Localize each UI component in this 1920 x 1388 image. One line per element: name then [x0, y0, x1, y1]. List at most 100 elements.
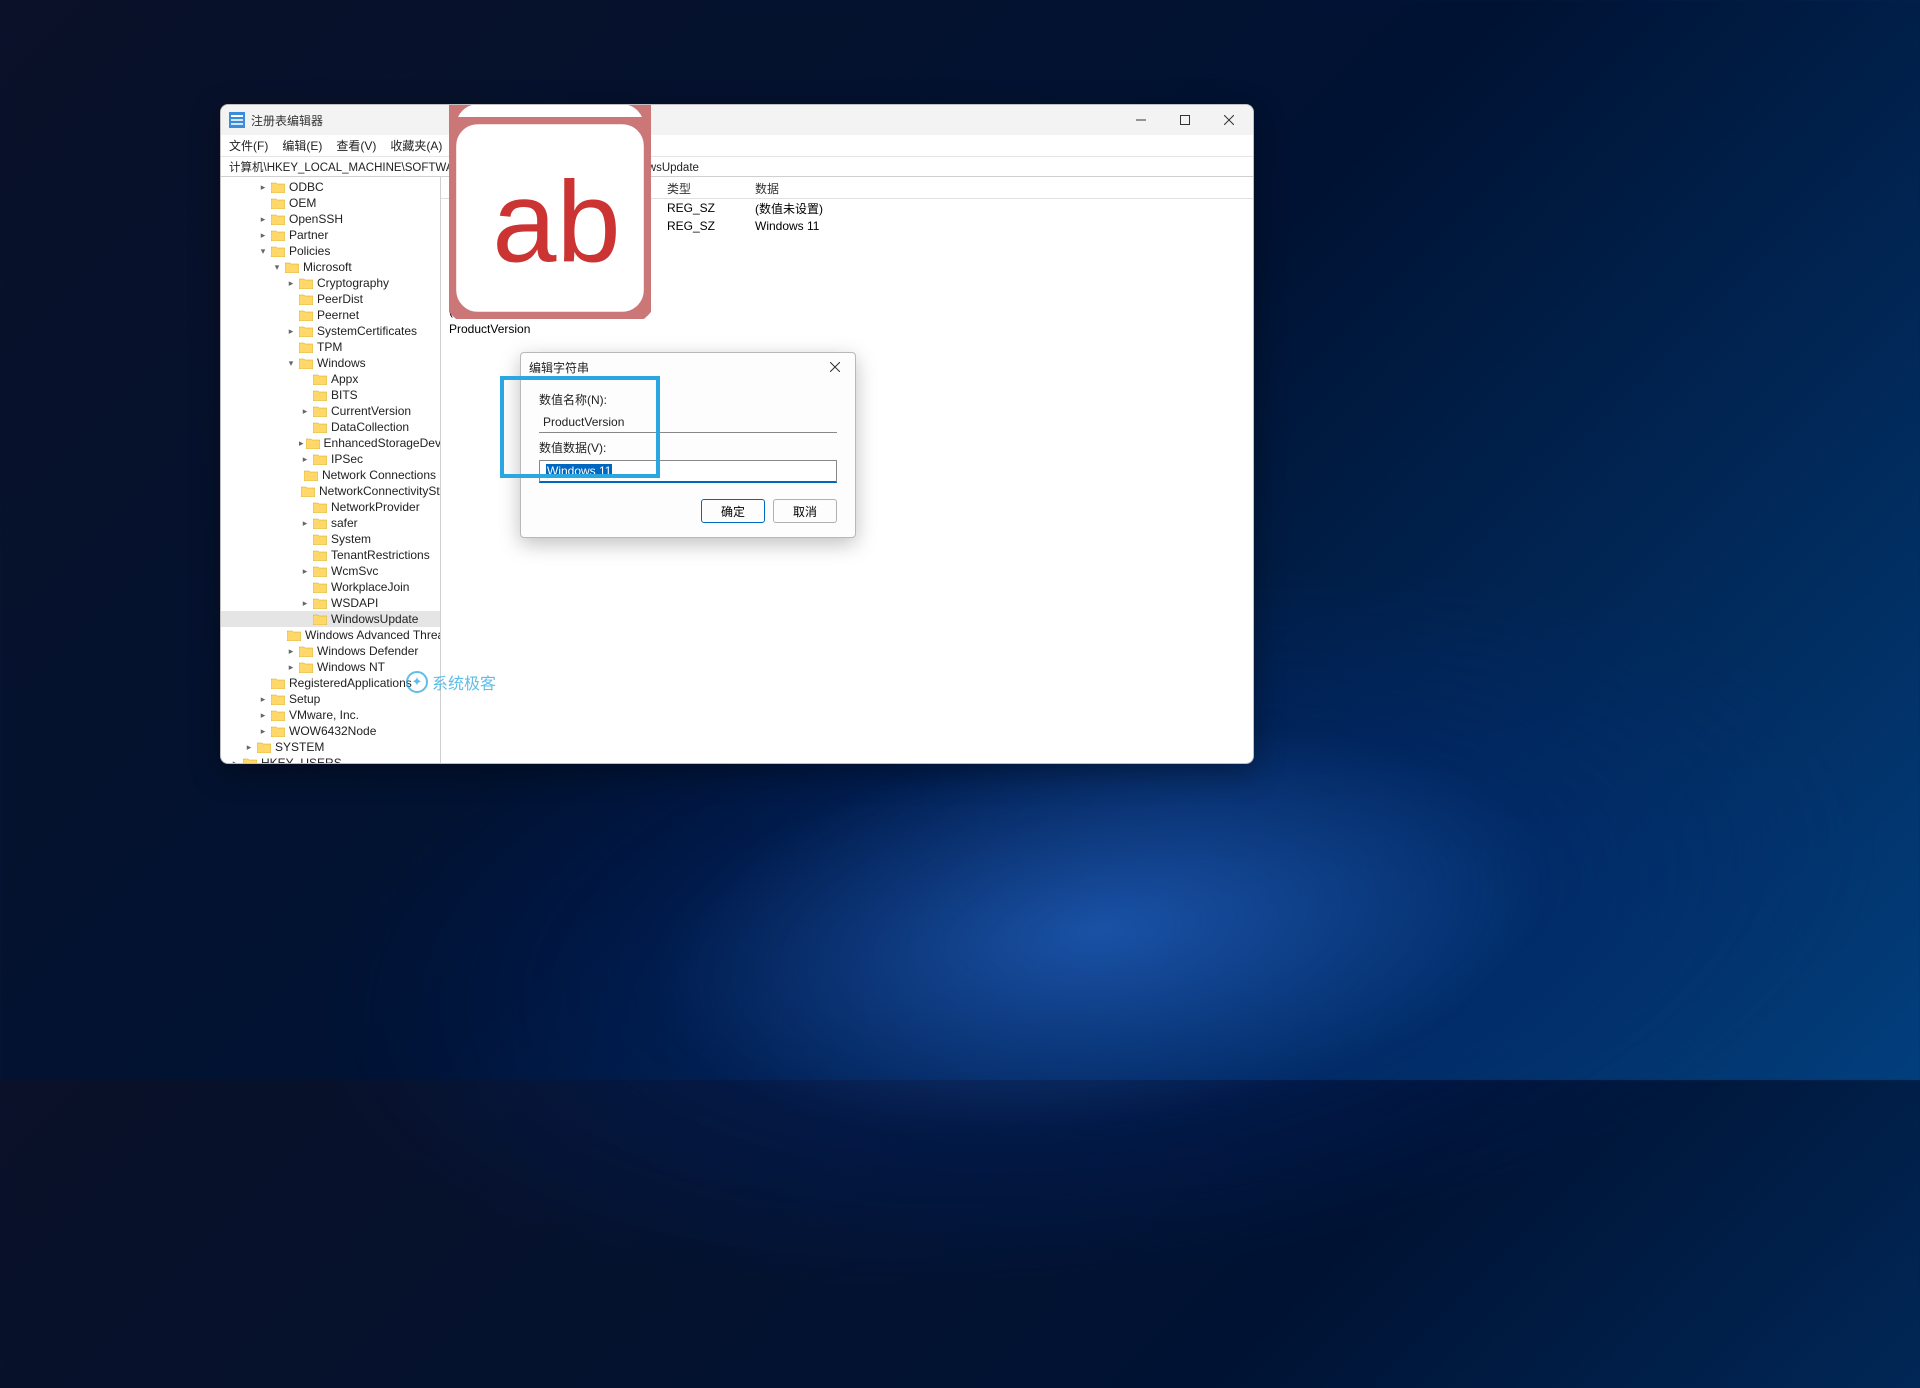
menu-edit[interactable]: 编辑(E): [282, 137, 322, 154]
folder-icon: [299, 277, 313, 289]
expand-chevron-icon[interactable]: ▸: [257, 694, 269, 705]
expand-chevron-icon[interactable]: ▾: [285, 358, 297, 369]
minimize-button[interactable]: [1119, 105, 1163, 135]
expand-chevron-icon[interactable]: ▸: [257, 214, 269, 225]
tree-node[interactable]: ▸ Cryptography: [221, 275, 440, 291]
folder-icon: [299, 293, 313, 305]
expand-chevron-icon[interactable]: ▸: [257, 230, 269, 241]
expand-chevron-icon[interactable]: ▸: [257, 726, 269, 737]
expand-chevron-icon[interactable]: ▸: [285, 646, 297, 657]
expand-chevron-icon[interactable]: ▸: [285, 662, 297, 673]
folder-icon: [313, 597, 327, 609]
value-data-field[interactable]: Windows 11: [539, 460, 837, 483]
tree-node[interactable]: ▸ OpenSSH: [221, 211, 440, 227]
menu-view[interactable]: 查看(V): [336, 137, 376, 154]
tree-node[interactable]: Network Connections: [221, 467, 440, 483]
tree-node[interactable]: ▸ EnhancedStorageDevices: [221, 435, 440, 451]
tree-node[interactable]: PeerDist: [221, 291, 440, 307]
tree-node[interactable]: NetworkProvider: [221, 499, 440, 515]
tree-node-label: EnhancedStorageDevices: [324, 436, 441, 450]
expand-chevron-icon[interactable]: ▸: [257, 710, 269, 721]
tree-node[interactable]: ▸WSDAPI: [221, 595, 440, 611]
tree-node[interactable]: WorkplaceJoin: [221, 579, 440, 595]
folder-icon: [299, 357, 313, 369]
folder-icon: [313, 533, 327, 545]
tree-node-label: Cryptography: [317, 276, 389, 290]
folder-icon: [299, 341, 313, 353]
folder-icon: [313, 613, 327, 625]
dialog-close-button[interactable]: [823, 355, 847, 379]
menu-file[interactable]: 文件(F): [229, 137, 268, 154]
tree-node[interactable]: TPM: [221, 339, 440, 355]
tree-node-label: OpenSSH: [289, 212, 343, 226]
tree-node-label: Partner: [289, 228, 328, 242]
value-row[interactable]: abProductVersionREG_SZWindows 11: [441, 217, 1253, 235]
tree-node-label: ODBC: [289, 180, 324, 194]
expand-chevron-icon[interactable]: ▸: [229, 758, 241, 764]
tree-node[interactable]: OEM: [221, 195, 440, 211]
tree-node[interactable]: ▸HKEY_USERS: [221, 755, 440, 763]
regedit-icon: [229, 112, 245, 128]
folder-icon: [313, 389, 327, 401]
tree-node[interactable]: NetworkConnectivityStatusIndicator: [221, 483, 440, 499]
expand-chevron-icon[interactable]: ▸: [299, 598, 311, 609]
folder-icon: [313, 565, 327, 577]
tree-node[interactable]: ▸Windows Defender: [221, 643, 440, 659]
tree-node[interactable]: ▾Microsoft: [221, 259, 440, 275]
tree-node[interactable]: ▸VMware, Inc.: [221, 707, 440, 723]
expand-chevron-icon[interactable]: ▸: [243, 742, 255, 753]
folder-icon: [313, 549, 327, 561]
tree-node[interactable]: ▸CurrentVersion: [221, 403, 440, 419]
tree-node-label: OEM: [289, 196, 316, 210]
tree-node-label: WorkplaceJoin: [331, 580, 409, 594]
tree-node[interactable]: BITS: [221, 387, 440, 403]
expand-chevron-icon[interactable]: ▸: [299, 566, 311, 577]
tree-node[interactable]: ▸ Partner: [221, 227, 440, 243]
expand-chevron-icon[interactable]: ▸: [299, 406, 311, 417]
expand-chevron-icon[interactable]: ▾: [257, 246, 269, 257]
tree-node[interactable]: ▾Windows: [221, 355, 440, 371]
expand-chevron-icon[interactable]: ▸: [299, 438, 304, 449]
tree-node[interactable]: Appx: [221, 371, 440, 387]
tree-node-label: Network Connections: [322, 468, 436, 482]
tree-node[interactable]: TenantRestrictions: [221, 547, 440, 563]
tree-node[interactable]: ▸ ODBC: [221, 179, 440, 195]
cancel-button[interactable]: 取消: [773, 499, 837, 523]
tree-node[interactable]: ▸WcmSvc: [221, 563, 440, 579]
folder-icon: [304, 469, 318, 481]
titlebar[interactable]: 注册表编辑器: [221, 105, 1253, 135]
folder-icon: [313, 501, 327, 513]
expand-chevron-icon[interactable]: ▾: [271, 262, 283, 273]
col-data[interactable]: 数据: [747, 177, 1253, 198]
expand-chevron-icon[interactable]: ▸: [299, 518, 311, 529]
tree-node[interactable]: ▸SystemCertificates: [221, 323, 440, 339]
tree-node-label: BITS: [331, 388, 358, 402]
expand-chevron-icon[interactable]: ▸: [257, 182, 269, 193]
ok-button[interactable]: 确定: [701, 499, 765, 523]
expand-chevron-icon[interactable]: ▸: [285, 326, 297, 337]
tree-node[interactable]: WindowsUpdate: [221, 611, 440, 627]
watermark-text: 系统极客: [432, 670, 496, 694]
tree-node-label: DataCollection: [331, 420, 409, 434]
folder-icon: [299, 661, 313, 673]
close-button[interactable]: [1207, 105, 1251, 135]
expand-chevron-icon[interactable]: ▸: [299, 454, 311, 465]
tree-node[interactable]: ▸WOW6432Node: [221, 723, 440, 739]
expand-chevron-icon[interactable]: ▸: [285, 278, 297, 289]
tree-node[interactable]: ▸safer: [221, 515, 440, 531]
tree-node[interactable]: DataCollection: [221, 419, 440, 435]
tree-node[interactable]: System: [221, 531, 440, 547]
menu-favorites[interactable]: 收藏夹(A): [390, 137, 442, 154]
tree-node[interactable]: Windows Advanced Threat Protection: [221, 627, 440, 643]
maximize-button[interactable]: [1163, 105, 1207, 135]
tree-node-label: System: [331, 532, 371, 546]
tree-node-label: WindowsUpdate: [331, 612, 418, 626]
window-title: 注册表编辑器: [251, 112, 323, 129]
tree-node[interactable]: Peernet: [221, 307, 440, 323]
address-bar[interactable]: 计算机\HKEY_LOCAL_MACHINE\SOFTWARE\Policies…: [221, 157, 1253, 177]
col-type[interactable]: 类型: [659, 177, 747, 198]
value-name-field[interactable]: ProductVersion: [539, 412, 837, 433]
tree-node[interactable]: ▾Policies: [221, 243, 440, 259]
tree-node[interactable]: ▸SYSTEM: [221, 739, 440, 755]
tree-node[interactable]: ▸IPSec: [221, 451, 440, 467]
